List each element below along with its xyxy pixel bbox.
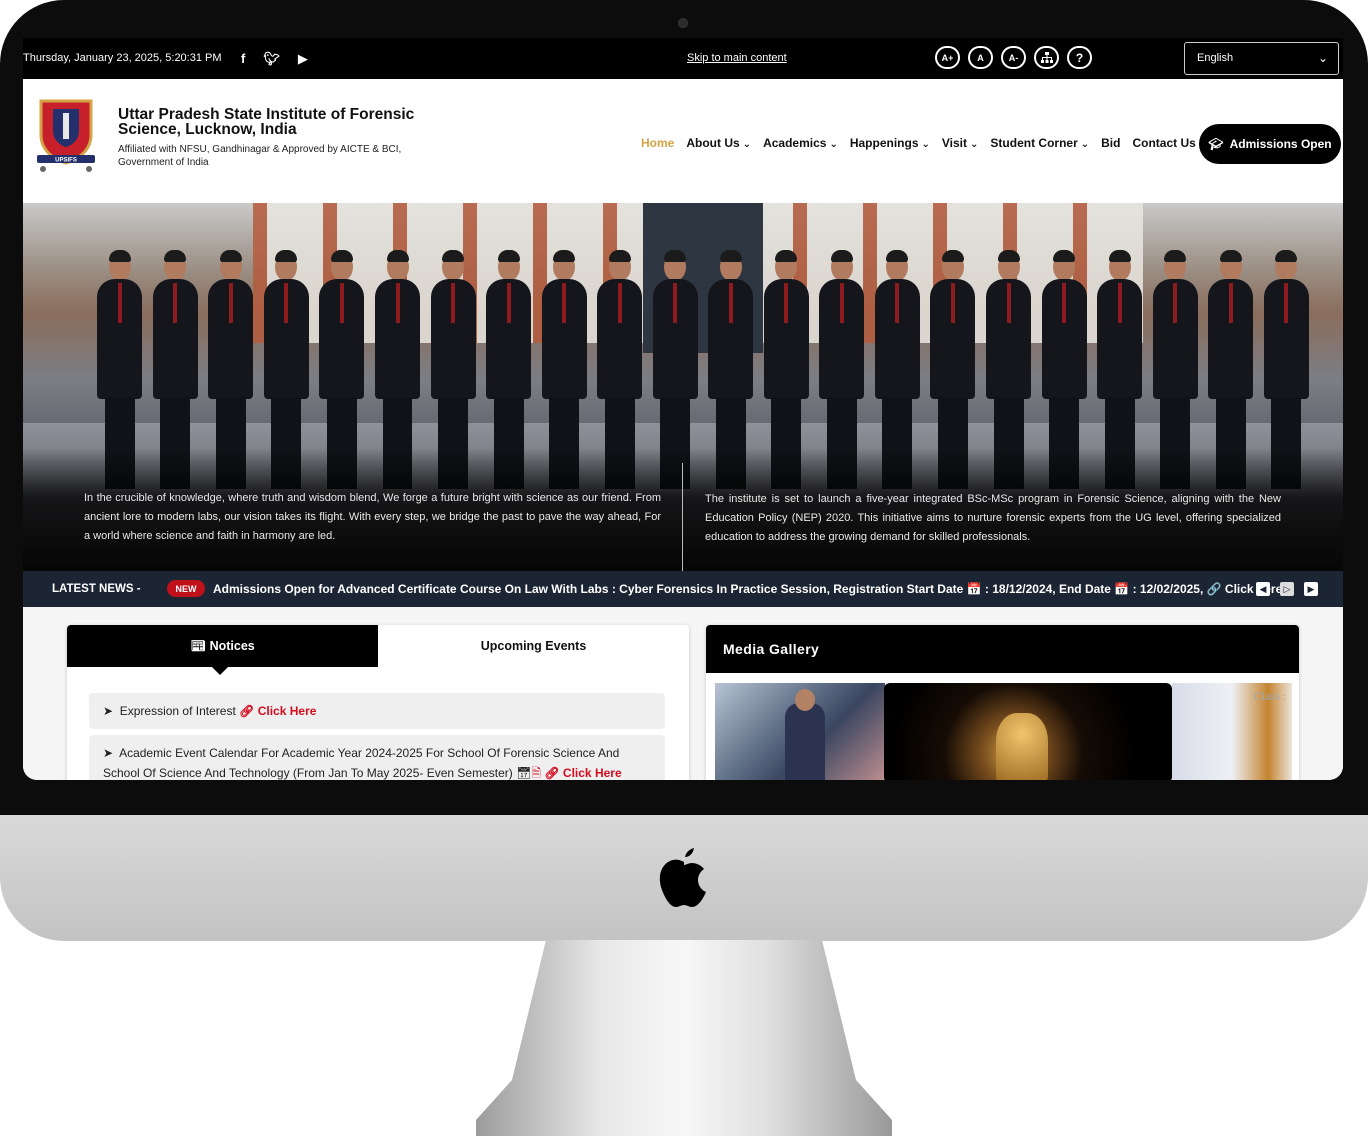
nav-label: About Us (686, 136, 740, 150)
list-item: ➤ Expression of Interest 🔗︎ Click Here (89, 693, 665, 729)
notices-tabs: 📰︎ Notices Upcoming Events (67, 625, 689, 675)
monitor-stand (476, 940, 892, 1136)
chevron-down-icon: ⌄ (829, 139, 838, 150)
link-label: Click Here (562, 766, 622, 780)
institute-affiliation: Affiliated with NFSU, Gandhinagar & Appr… (118, 144, 402, 168)
chevron-down-icon: ⌄ (742, 139, 752, 150)
media-gallery-panel: Media Gallery Class : (706, 625, 1299, 780)
skip-to-content-link[interactable]: Skip to main content (687, 52, 787, 64)
news-ticker[interactable]: Admissions Open for Advanced Certificate… (213, 582, 1282, 596)
site-header: UPSIFS Uttar Pradesh State Institute of … (23, 79, 1343, 203)
chevron-down-icon: ⌄ (970, 139, 979, 150)
help-button[interactable]: ? (1067, 46, 1092, 69)
chevron-down-icon: ⌄ (1317, 51, 1328, 65)
gallery-image[interactable] (884, 683, 1172, 780)
notice-text: Expression of Interest (119, 704, 236, 718)
calendar-icon: 📅︎ (516, 766, 532, 780)
institute-name[interactable]: Uttar Pradesh State Institute of Forensi… (118, 107, 418, 138)
nav-happenings[interactable]: Happenings ⌄ (850, 136, 930, 150)
newspaper-icon: 📰︎ (190, 638, 210, 653)
main-nav: Home About Us ⌄ Academics ⌄ Happenings ⌄ Vi… (641, 136, 1196, 150)
chevron-down-icon: ⌄ (1080, 139, 1090, 150)
photo-figure (785, 689, 825, 780)
nav-student-corner[interactable]: Student Corner ⌄ (990, 136, 1089, 150)
main-content: 📰︎ Notices Upcoming Events ➤ Expression … (23, 607, 1343, 780)
image-text: Class : (1253, 689, 1286, 703)
accessibility-tools: A+ A A- ? (935, 46, 1092, 69)
font-reset-button[interactable]: A (968, 46, 993, 69)
language-value: English (1197, 52, 1234, 64)
apple-logo-icon (659, 848, 706, 907)
notice-link[interactable]: 🔗︎ Click Here (239, 704, 316, 718)
arrow-icon: ➤ (103, 746, 120, 760)
notices-panel: 📰︎ Notices Upcoming Events ➤ Expression … (67, 625, 689, 780)
link-label: Click Here (257, 704, 317, 718)
media-gallery-title: Media Gallery (706, 625, 1299, 673)
hero-caption-right: The institute is set to launch a five-ye… (705, 493, 1281, 543)
nav-label: Student Corner (990, 136, 1078, 150)
hero-banner: In the crucible of knowledge, where trut… (23, 203, 1343, 571)
nav-academics[interactable]: Academics ⌄ (763, 136, 838, 150)
font-increase-button[interactable]: A+ (935, 46, 960, 69)
top-bar: Thursday, January 23, 2025, 5:20:31 PM f… (23, 38, 1343, 79)
youtube-icon[interactable]: ▶ (298, 51, 308, 67)
nav-bid[interactable]: Bid (1101, 136, 1120, 150)
news-label: LATEST NEWS - (52, 583, 141, 595)
screen: Thursday, January 23, 2025, 5:20:31 PM f… (23, 38, 1343, 780)
logo-text: UPSIFS (55, 158, 77, 164)
caption-divider (682, 463, 683, 571)
graduation-cap-icon: 🎓︎ (1208, 137, 1224, 151)
notice-text: Academic Event Calendar For Academic Yea… (103, 746, 620, 780)
nav-label: Happenings (849, 136, 919, 150)
hero-caption-left: In the crucible of knowledge, where trut… (84, 492, 661, 542)
ticker-controls: ◀ ▷ ▶ (1256, 582, 1318, 596)
statue-figure (996, 713, 1048, 780)
twitter-icon[interactable]: 🐦︎ (263, 51, 280, 67)
chevron-down-icon: ⌄ (921, 139, 930, 150)
language-select[interactable]: English ⌄ (1184, 42, 1339, 75)
pdf-icon: 🗎︎ (531, 766, 541, 780)
gallery-image[interactable]: Class : (1172, 683, 1292, 780)
nav-label: Academics (763, 136, 827, 150)
sitemap-icon[interactable] (1034, 46, 1059, 69)
facebook-icon[interactable]: f (241, 51, 245, 67)
datetime-text: Thursday, January 23, 2025, 5:20:31 PM (23, 52, 222, 64)
nav-visit[interactable]: Visit ⌄ (942, 136, 979, 150)
list-item: ➤ Academic Event Calendar For Academic Y… (89, 735, 665, 780)
camera (678, 18, 688, 28)
new-badge: NEW (167, 580, 205, 597)
tab-upcoming-events[interactable]: Upcoming Events (378, 625, 689, 667)
next-icon[interactable]: ▶ (1304, 582, 1318, 596)
imac-monitor: Thursday, January 23, 2025, 5:20:31 PM f… (0, 0, 1368, 1139)
nav-home[interactable]: Home (641, 136, 674, 150)
institute-logo[interactable]: UPSIFS (33, 95, 99, 175)
prev-icon[interactable]: ◀ (1256, 582, 1270, 596)
nav-about-us[interactable]: About Us ⌄ (686, 136, 751, 150)
social-links: f 🐦︎ ▶ (241, 51, 308, 67)
tab-label: Notices (209, 639, 255, 653)
font-decrease-button[interactable]: A- (1001, 46, 1026, 69)
nav-contact-us[interactable]: Contact Us (1132, 136, 1195, 150)
admissions-label: Admissions Open (1229, 137, 1332, 151)
admissions-open-button[interactable]: 🎓︎ Admissions Open (1199, 124, 1341, 164)
tab-notices[interactable]: 📰︎ Notices (67, 625, 378, 675)
gallery-image[interactable] (715, 683, 885, 780)
latest-news-bar: LATEST NEWS - NEW Admissions Open for Ad… (23, 571, 1343, 607)
arrow-icon: ➤ (103, 704, 120, 718)
notice-link[interactable]: 🔗︎ Click Here (544, 766, 621, 780)
nav-label: Visit (941, 136, 968, 150)
pause-icon[interactable]: ▷ (1280, 582, 1294, 596)
